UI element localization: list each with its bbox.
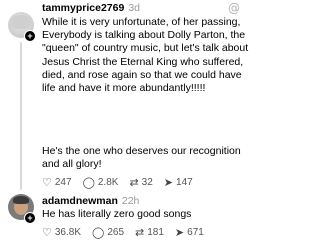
comment-count: 265: [107, 227, 125, 238]
post-body-text-2: He's the one who deserves our recognitio…: [42, 145, 241, 171]
follow-plus-icon[interactable]: +: [24, 212, 36, 224]
reply-actions: ♡ 36.8K ◯ 265 ⇄ 181 ➤ 671: [42, 226, 215, 239]
reply-timestamp: 22h: [121, 195, 140, 207]
threads-logo-icon: @: [228, 1, 240, 15]
share-count: 671: [187, 227, 204, 238]
like-count: 36.8K: [54, 227, 82, 238]
post-actions: ♡ 247 ◯ 2.8K ⇄ 32 ➤ 147: [42, 176, 204, 189]
repost-icon: ⇄: [129, 176, 139, 189]
share-button[interactable]: ➤ 147: [164, 176, 193, 189]
like-count: 247: [54, 177, 72, 188]
comment-count: 2.8K: [97, 177, 119, 188]
thread-connector-line: [20, 42, 22, 190]
reply-body-text: He has literally zero good songs: [42, 208, 192, 220]
post-timestamp: 3d: [128, 2, 140, 14]
avatar-hair: [11, 15, 31, 29]
follow-plus-icon[interactable]: +: [24, 30, 36, 42]
username-text[interactable]: tammyprice2769: [42, 2, 124, 14]
post-body-text: While it is very unfortunate, of her pas…: [42, 16, 249, 95]
share-count: 147: [176, 177, 193, 188]
avatar-hair: [13, 196, 29, 204]
reply-username[interactable]: adamdnewman 22h: [42, 195, 139, 207]
like-button[interactable]: ♡ 36.8K: [42, 226, 81, 239]
send-icon: ➤: [174, 226, 185, 239]
post-username[interactable]: tammyprice2769 3d: [42, 2, 140, 14]
repost-count: 181: [147, 227, 164, 238]
comment-icon: ◯: [82, 176, 95, 189]
comment-button[interactable]: ◯ 265: [92, 226, 124, 239]
send-icon: ➤: [163, 176, 174, 189]
username-text[interactable]: adamdnewman: [42, 195, 118, 207]
repost-button[interactable]: ⇄ 181: [135, 226, 164, 239]
comment-button[interactable]: ◯ 2.8K: [83, 176, 119, 189]
repost-icon: ⇄: [135, 226, 145, 239]
comment-icon: ◯: [92, 226, 105, 239]
share-button[interactable]: ➤ 671: [175, 226, 204, 239]
heart-icon: ♡: [42, 226, 52, 239]
repost-button[interactable]: ⇄ 32: [129, 176, 152, 189]
heart-icon: ♡: [42, 176, 52, 189]
like-button[interactable]: ♡ 247: [42, 176, 72, 189]
repost-count: 32: [141, 177, 153, 188]
